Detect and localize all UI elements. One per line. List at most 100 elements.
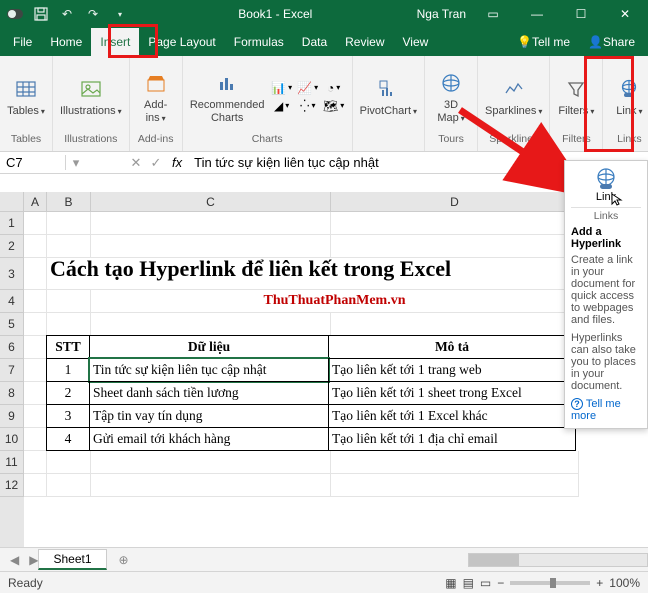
app-name: Excel [283, 7, 312, 21]
globe-icon [437, 69, 465, 97]
menu-tellme[interactable]: 💡 Tell me [508, 28, 579, 56]
pivot-icon [374, 75, 402, 103]
col-c[interactable]: C [91, 192, 331, 211]
menu-page-layout[interactable]: Page Layout [139, 28, 224, 56]
redo-icon[interactable]: ↷ [84, 5, 102, 23]
maximize-icon[interactable]: ☐ [564, 2, 598, 26]
cancel-formula-icon[interactable]: ✕ [126, 155, 146, 171]
horizontal-scrollbar[interactable] [468, 553, 648, 567]
chart-map-icon[interactable]: 🗺 [326, 98, 342, 114]
formula-input[interactable]: Tin tức sự kiện liên tục cập nhật [188, 155, 628, 170]
sheet-tabs: ◀ ▶ Sheet1 ⊕ [0, 547, 648, 571]
grid-body[interactable]: Cách tạo Hyperlink để liên kết trong Exc… [24, 212, 648, 547]
sheet-nav-next-icon[interactable]: ▶ [29, 553, 38, 567]
cursor-icon [611, 193, 623, 207]
spark-icon [500, 75, 528, 103]
menu-review[interactable]: Review [336, 28, 393, 56]
ribbon-group-filters: Filters Filters [550, 56, 603, 151]
selected-cell[interactable]: Tin tức sự kiện liên tục cập nhật [89, 358, 329, 382]
link-icon [615, 75, 643, 103]
chart-bar-icon[interactable]: 📊 [274, 80, 290, 96]
row-6[interactable]: 6 [0, 336, 24, 359]
row-1[interactable]: 1 [0, 212, 24, 235]
window-title: Book1 - Excel [134, 7, 417, 21]
row-5[interactable]: 5 [0, 313, 24, 336]
sheet-tab-1[interactable]: Sheet1 [38, 549, 106, 570]
menu-share[interactable]: 👤 Share [579, 28, 644, 56]
tell-me-more-link[interactable]: ? Tell me more [571, 398, 641, 422]
zoom-out-icon[interactable]: − [497, 576, 504, 590]
col-b[interactable]: B [47, 192, 91, 211]
3dmap-button[interactable]: 3D Map [427, 67, 475, 125]
pivotchart-button[interactable]: PivotChart [355, 73, 422, 119]
save-icon[interactable] [32, 5, 50, 23]
col-a[interactable]: A [24, 192, 47, 211]
ribbon-group-charts: Recommended Charts 📊 📈 ◔ ◢ ⁛ 🗺 Charts [183, 56, 353, 151]
row-4[interactable]: 4 [0, 290, 24, 313]
sparklines-button[interactable]: Sparklines [480, 73, 547, 119]
illustrations-button[interactable]: Illustrations [55, 73, 127, 119]
row-8[interactable]: 8 [0, 382, 24, 405]
tables-button[interactable]: Tables [2, 73, 50, 119]
titlebar: ↶ ↷ Book1 - Excel Nga Tran ▭ — ☐ ✕ [0, 0, 648, 28]
row-11[interactable]: 11 [0, 451, 24, 474]
link-tooltip: Link Links Add a Hyperlink Create a link… [564, 160, 648, 429]
new-sheet-icon[interactable]: ⊕ [107, 553, 141, 567]
addins-button[interactable]: Add-ins [132, 67, 180, 125]
row-10[interactable]: 10 [0, 428, 24, 451]
namebox-dropdown-icon[interactable]: ▾ [66, 155, 86, 171]
fx-icon[interactable]: fx [166, 155, 188, 170]
enter-formula-icon[interactable]: ✓ [146, 155, 166, 171]
zoom-value[interactable]: 100% [609, 576, 640, 590]
menu-formulas[interactable]: Formulas [225, 28, 293, 56]
quick-access-toolbar: ↶ ↷ [0, 5, 134, 23]
menu-view[interactable]: View [394, 28, 438, 56]
view-break-icon[interactable]: ▭ [480, 576, 491, 590]
grid: 1 2 3 4 5 6 7 8 9 10 11 12 Cách tạo Hype… [0, 212, 648, 547]
autosave-toggle[interactable] [6, 5, 24, 23]
table-icon [12, 75, 40, 103]
picture-icon [77, 75, 105, 103]
name-box[interactable]: C7 [0, 155, 66, 170]
tooltip-link-button[interactable]: Link [571, 167, 641, 203]
row-3[interactable]: 3 [0, 258, 24, 290]
ribbon-group-tours: 3D Map Tours [425, 56, 478, 151]
menu-data[interactable]: Data [293, 28, 336, 56]
chart-line-icon[interactable]: 📈 [300, 80, 316, 96]
row-9[interactable]: 9 [0, 405, 24, 428]
status-bar: Ready ▦ ▤ ▭ − + 100% [0, 571, 648, 593]
title-cell[interactable]: Cách tạo Hyperlink để liên kết trong Exc… [47, 258, 579, 290]
qat-more-icon[interactable] [110, 5, 128, 23]
subtitle-cell[interactable]: ThuThuatPhanMem.vn [91, 290, 579, 313]
zoom-controls: ▦ ▤ ▭ − + 100% [445, 576, 640, 590]
col-d[interactable]: D [331, 192, 579, 211]
ribbon-group-sparklines: Sparklines Sparklines [478, 56, 550, 151]
row-7[interactable]: 7 [0, 359, 24, 382]
row-2[interactable]: 2 [0, 235, 24, 258]
link-button[interactable]: Link [605, 73, 648, 119]
zoom-slider[interactable] [510, 581, 590, 585]
filters-button[interactable]: Filters [552, 73, 600, 119]
rec-chart-icon [213, 69, 241, 97]
undo-icon[interactable]: ↶ [58, 5, 76, 23]
row-12[interactable]: 12 [0, 474, 24, 497]
status-text: Ready [8, 576, 43, 590]
close-icon[interactable]: ✕ [608, 2, 642, 26]
view-normal-icon[interactable]: ▦ [445, 576, 456, 590]
book-name: Book1 [238, 7, 272, 21]
menu-insert[interactable]: Insert [91, 28, 139, 56]
menu-home[interactable]: Home [41, 28, 91, 56]
chart-pie-icon[interactable]: ◔ [326, 80, 342, 96]
formula-bar: C7 ▾ ✕ ✓ fx Tin tức sự kiện liên tục cập… [0, 152, 648, 174]
minimize-icon[interactable]: — [520, 2, 554, 26]
ribbon-display-icon[interactable]: ▭ [476, 2, 510, 26]
select-all-corner[interactable] [0, 192, 24, 211]
zoom-in-icon[interactable]: + [596, 576, 603, 590]
recommended-charts-button[interactable]: Recommended Charts [185, 67, 270, 125]
chart-scatter-icon[interactable]: ⁛ [300, 98, 316, 114]
chart-area-icon[interactable]: ◢ [274, 98, 290, 114]
menu-file[interactable]: File [4, 28, 41, 56]
view-layout-icon[interactable]: ▤ [463, 576, 474, 590]
sheet-nav-prev-icon[interactable]: ◀ [0, 553, 29, 567]
link-icon [593, 167, 619, 191]
